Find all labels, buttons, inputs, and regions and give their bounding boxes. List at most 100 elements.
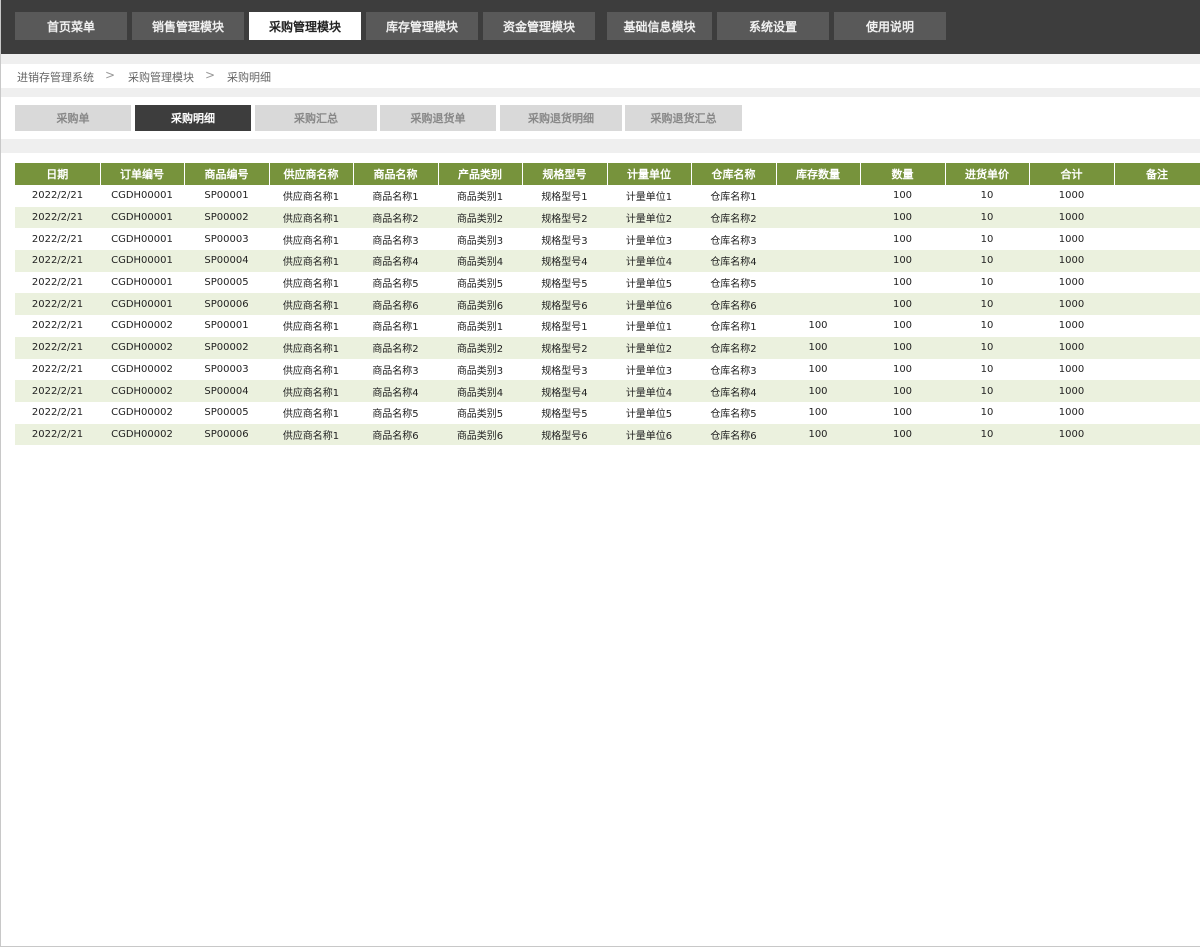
table-cell: 规格型号3 — [522, 358, 607, 381]
table-cell: 商品类别4 — [438, 380, 522, 402]
table-cell: 商品名称3 — [353, 228, 438, 251]
table-cell: 2022/2/21 — [15, 271, 100, 294]
table-cell: 商品类别5 — [438, 271, 522, 294]
table-cell: 10 — [945, 250, 1029, 272]
column-header[interactable]: 计量单位 — [607, 163, 692, 185]
table-cell: 供应商名称1 — [269, 185, 353, 207]
table-cell: 2022/2/21 — [15, 293, 100, 316]
table-cell: 计量单位2 — [607, 336, 691, 359]
column-header[interactable]: 供应商名称 — [269, 163, 354, 185]
column-header[interactable]: 库存数量 — [776, 163, 861, 185]
table-cell: CGDH00002 — [100, 401, 184, 424]
table-row[interactable]: 2022/2/21 CGDH00002 SP00002 供应商名称1 商品名称2 商品类别… — [15, 336, 1200, 359]
table-cell: CGDH00002 — [100, 315, 184, 337]
table-cell: CGDH00001 — [100, 250, 184, 272]
column-header[interactable]: 合计 — [1029, 163, 1115, 185]
column-header[interactable]: 产品类别 — [438, 163, 523, 185]
table-cell: 1000 — [1029, 250, 1114, 272]
table-cell: 规格型号4 — [522, 380, 607, 402]
table-cell: SP00005 — [184, 271, 269, 294]
breadcrumb-module[interactable]: 采购管理模块 — [128, 69, 194, 85]
nav-system-settings[interactable]: 系统设置 — [717, 12, 829, 40]
table-body: 2022/2/21 CGDH00001 SP00001 供应商名称1 商品名称1 商品类别… — [15, 185, 1200, 446]
table-cell: 1000 — [1029, 423, 1114, 446]
breadcrumb-system[interactable]: 进销存管理系统 — [17, 69, 94, 85]
nav-inventory-module[interactable]: 库存管理模块 — [366, 12, 478, 40]
table-cell: 1000 — [1029, 293, 1114, 316]
table-row[interactable]: 2022/2/21 CGDH00001 SP00002 供应商名称1 商品名称2 商品类别… — [15, 206, 1200, 229]
table-cell: 1000 — [1029, 380, 1114, 402]
table-cell: 2022/2/21 — [15, 423, 100, 446]
table-row[interactable]: 2022/2/21 CGDH00002 SP00004 供应商名称1 商品名称4 商品类别… — [15, 380, 1200, 402]
table-cell: CGDH00001 — [100, 185, 184, 207]
table-cell: CGDH00002 — [100, 358, 184, 381]
tab-purchase-detail[interactable]: 采购明细 — [135, 105, 251, 131]
table-row[interactable]: 2022/2/21 CGDH00001 SP00004 供应商名称1 商品名称4 商品类别… — [15, 250, 1200, 272]
table-cell: 商品名称6 — [353, 423, 438, 446]
column-header[interactable]: 订单编号 — [100, 163, 185, 185]
column-header[interactable]: 仓库名称 — [691, 163, 777, 185]
nav-instructions[interactable]: 使用说明 — [834, 12, 946, 40]
tab-purchase-summary[interactable]: 采购汇总 — [255, 105, 377, 131]
nav-home-menu[interactable]: 首页菜单 — [15, 12, 127, 40]
table-cell: 仓库名称3 — [691, 358, 776, 381]
table-cell: 规格型号6 — [522, 293, 607, 316]
table-cell: CGDH00001 — [100, 271, 184, 294]
table-cell — [1114, 401, 1200, 424]
table-cell: 仓库名称6 — [691, 423, 776, 446]
table-cell: 规格型号4 — [522, 250, 607, 272]
table-cell: CGDH00002 — [100, 423, 184, 446]
breadcrumb-current-page: 采购明细 — [227, 71, 271, 84]
breadcrumb-separator-icon: > — [105, 68, 116, 82]
table-row[interactable]: 2022/2/21 CGDH00002 SP00006 供应商名称1 商品名称6 商品类别… — [15, 423, 1200, 446]
column-header[interactable]: 备注 — [1114, 163, 1200, 185]
table-cell: 10 — [945, 336, 1029, 359]
nav-sales-module[interactable]: 销售管理模块 — [132, 12, 244, 40]
column-header[interactable]: 商品编号 — [184, 163, 270, 185]
table-cell: 1000 — [1029, 206, 1114, 229]
table-cell — [776, 206, 860, 229]
table-cell: 100 — [860, 228, 945, 251]
table-row[interactable]: 2022/2/21 CGDH00002 SP00005 供应商名称1 商品名称5 商品类别… — [15, 401, 1200, 424]
table-row[interactable]: 2022/2/21 CGDH00002 SP00003 供应商名称1 商品名称3 商品类别… — [15, 358, 1200, 381]
tab-purchase-return-detail[interactable]: 采购退货明细 — [500, 105, 622, 131]
tab-purchase-return-order[interactable]: 采购退货单 — [380, 105, 496, 131]
table-cell: 100 — [776, 423, 860, 446]
table-row[interactable]: 2022/2/21 CGDH00002 SP00001 供应商名称1 商品名称1 商品类别… — [15, 315, 1200, 337]
table-cell: 商品名称5 — [353, 271, 438, 294]
table-cell: 商品类别1 — [438, 315, 522, 337]
table-cell: 计量单位1 — [607, 315, 691, 337]
table-cell — [1114, 185, 1200, 207]
table-row[interactable]: 2022/2/21 CGDH00001 SP00006 供应商名称1 商品名称6 商品类别… — [15, 293, 1200, 316]
nav-purchase-module[interactable]: 采购管理模块 — [249, 12, 361, 40]
table-cell: 10 — [945, 206, 1029, 229]
table-header-row: 日期 订单编号 商品编号 供应商名称 商品名称 产品类别 规格型号 计量单位 仓库名称 库存数量数… — [15, 163, 1200, 185]
nav-finance-module[interactable]: 资金管理模块 — [483, 12, 595, 40]
table-cell: 计量单位6 — [607, 423, 691, 446]
table-cell: 100 — [860, 401, 945, 424]
column-header[interactable]: 商品名称 — [353, 163, 439, 185]
table-cell: CGDH00001 — [100, 228, 184, 251]
table-cell: SP00003 — [184, 358, 269, 381]
table-row[interactable]: 2022/2/21 CGDH00001 SP00001 供应商名称1 商品名称1 商品类别… — [15, 185, 1200, 207]
table-cell — [776, 271, 860, 294]
table-cell: 商品类别6 — [438, 423, 522, 446]
column-header[interactable]: 进货单价 — [945, 163, 1030, 185]
table-row[interactable]: 2022/2/21 CGDH00001 SP00003 供应商名称1 商品名称3 商品类别… — [15, 228, 1200, 251]
table-cell: SP00001 — [184, 315, 269, 337]
column-header[interactable]: 规格型号 — [522, 163, 608, 185]
column-header[interactable]: 日期 — [15, 163, 101, 185]
table-row[interactable]: 2022/2/21 CGDH00001 SP00005 供应商名称1 商品名称5 商品类别… — [15, 271, 1200, 294]
table-cell: 100 — [776, 401, 860, 424]
tab-purchase-order[interactable]: 采购单 — [15, 105, 131, 131]
column-header[interactable]: 数量 — [860, 163, 946, 185]
table-cell: CGDH00001 — [100, 206, 184, 229]
table-cell: 供应商名称1 — [269, 401, 353, 424]
tab-purchase-return-summary[interactable]: 采购退货汇总 — [625, 105, 742, 131]
nav-basic-info-module[interactable]: 基础信息模块 — [607, 12, 712, 40]
table-cell: 商品名称1 — [353, 315, 438, 337]
table-cell: 仓库名称5 — [691, 271, 776, 294]
table-cell — [1114, 293, 1200, 316]
table-cell: 仓库名称3 — [691, 228, 776, 251]
table-cell: 100 — [860, 271, 945, 294]
